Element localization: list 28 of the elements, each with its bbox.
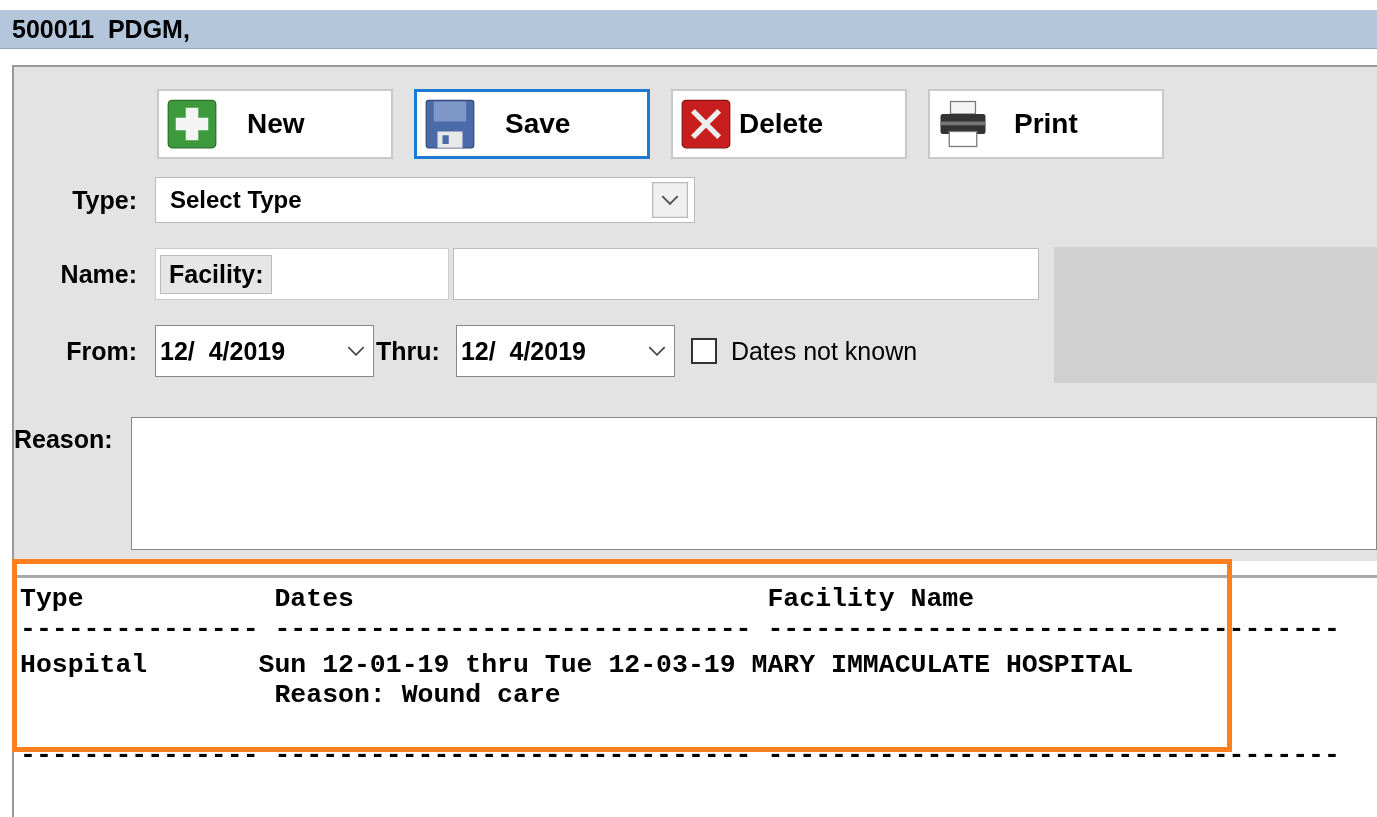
delete-button[interactable]: Delete [671, 89, 907, 159]
chevron-down-icon [647, 345, 666, 357]
name-input[interactable] [453, 248, 1039, 300]
facility-field[interactable]: Facility: [155, 248, 449, 300]
listing-line: Reason: Wound care [273, 680, 561, 710]
checkbox[interactable] [690, 338, 717, 364]
listing-line: --------------- ------------------------------ ------------------------------------ [20, 740, 1340, 770]
reason-textarea[interactable] [130, 417, 1377, 550]
from-date-picker[interactable]: 12/ 4/2019 [155, 325, 374, 377]
listing-line: Type Dates Facility Name [20, 584, 975, 614]
save-button[interactable]: Save [414, 89, 650, 159]
print-button[interactable]: Print [928, 89, 1164, 159]
from-label: From: [65, 336, 137, 366]
new-button[interactable]: New [157, 89, 393, 159]
printer-icon [938, 99, 988, 149]
window-title: 500011 PDGM, [0, 10, 1377, 49]
delete-x-icon [681, 99, 731, 149]
dropdown-caret-icon [652, 182, 688, 218]
chevron-down-icon [347, 345, 365, 357]
thru-label: Thru: [376, 336, 440, 366]
type-dropdown[interactable]: Select Type [155, 177, 695, 223]
plus-icon [167, 99, 217, 149]
listing-line: Hospital Sun 12-01-19 thru Tue 12-03-19 MARY IMMACULATE HOSPITAL [20, 650, 1134, 680]
checkbox-label: Dates not known [730, 336, 918, 366]
thru-date-picker[interactable]: 12/ 4/2019 [455, 325, 675, 377]
type-label: Type: [71, 185, 137, 215]
reason-label: Reason: [14, 425, 113, 454]
name-label: Name: [59, 259, 137, 289]
